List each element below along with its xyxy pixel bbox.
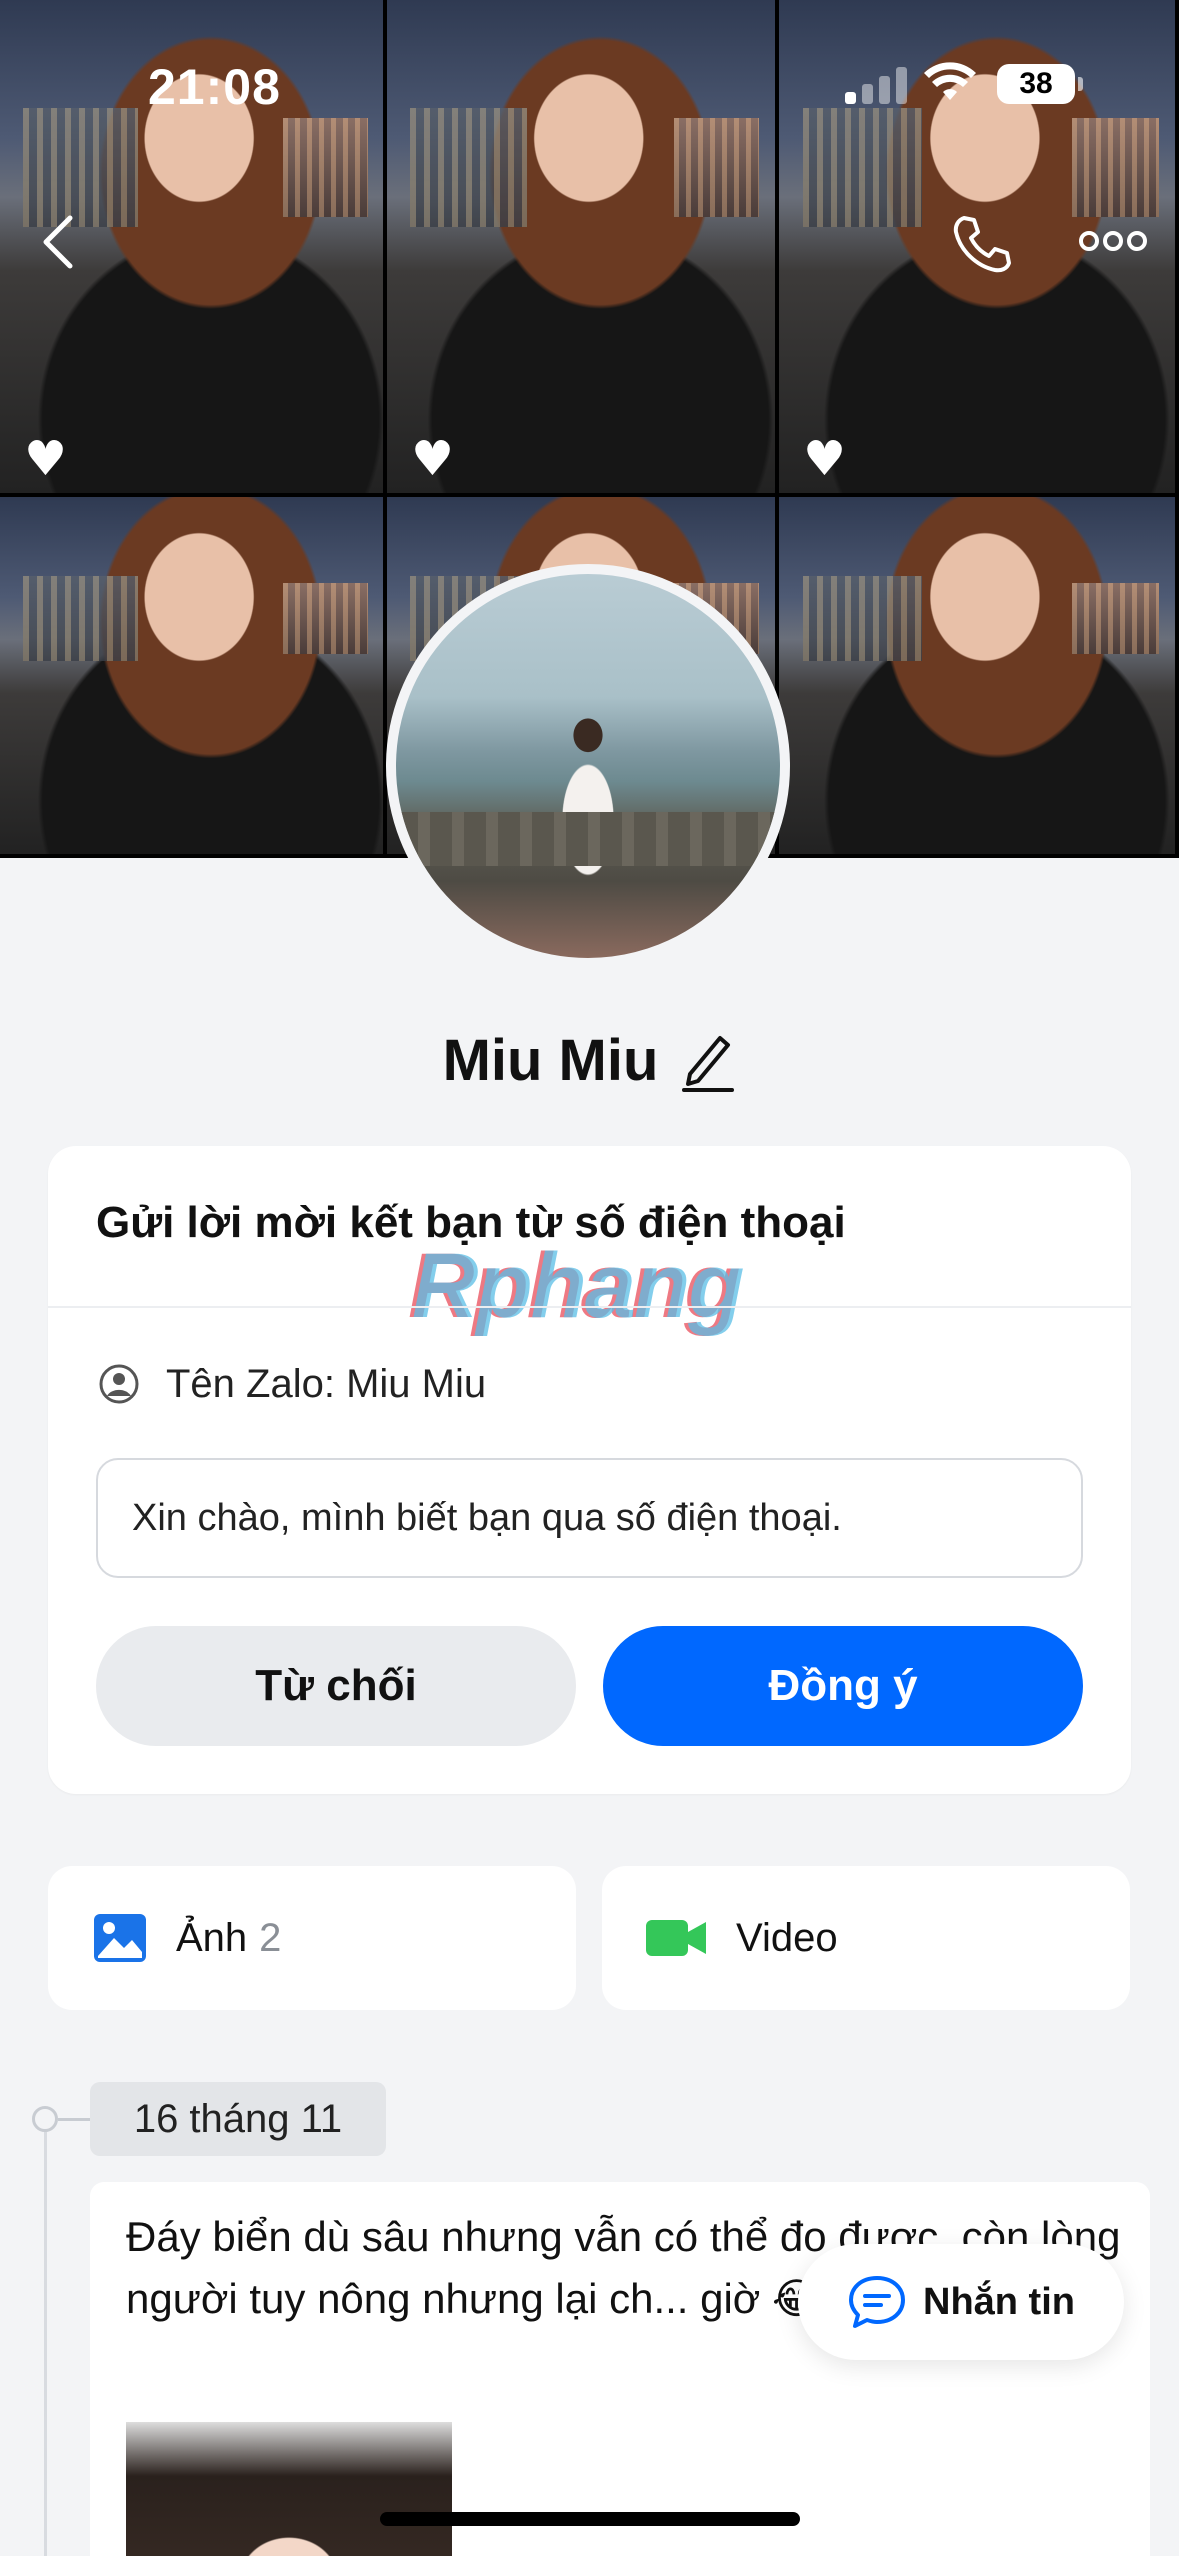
- status-time: 21:08: [148, 59, 281, 115]
- battery-icon: 38: [997, 64, 1083, 104]
- profile-name-row: Miu Miu: [0, 1020, 1179, 1100]
- back-icon[interactable]: [34, 212, 84, 272]
- photo-icon: [94, 1914, 146, 1962]
- profile-name: Miu Miu: [442, 1027, 659, 1093]
- timeline-line: [44, 2130, 47, 2556]
- heart-icon: ♥: [411, 431, 455, 487]
- photos-tile[interactable]: Ảnh 2: [48, 1866, 576, 2010]
- edit-pencil-icon[interactable]: [680, 1028, 736, 1092]
- cover-tile: [779, 497, 1179, 858]
- user-circle-icon: [99, 1364, 139, 1404]
- status-bar: 21:08 38: [0, 0, 1179, 150]
- timeline-dot: [32, 2106, 58, 2132]
- message-button[interactable]: Nhắn tin: [798, 2244, 1124, 2360]
- watermark-logo: Rphang: [412, 1235, 744, 1337]
- timeline-date: 16 tháng 11: [90, 2082, 386, 2156]
- post-image[interactable]: [126, 2422, 452, 2556]
- timeline-post[interactable]: Đáy biển dù sâu nhưng vẫn có thể đo được…: [90, 2182, 1150, 2556]
- more-options-icon[interactable]: [1078, 226, 1148, 256]
- decline-button[interactable]: Từ chối: [96, 1626, 576, 1746]
- wifi-icon: [924, 62, 976, 100]
- profile-avatar[interactable]: [386, 564, 790, 968]
- video-label: Video: [736, 1915, 838, 1960]
- zalo-name-row: Tên Zalo: Miu Miu: [98, 1356, 486, 1412]
- timeline-tick: [58, 2118, 90, 2121]
- message-button-label: Nhắn tin: [923, 2280, 1075, 2323]
- battery-level: 38: [1019, 67, 1053, 100]
- heart-icon: ♥: [803, 431, 847, 487]
- divider: [48, 1306, 1131, 1308]
- friend-request-card: Gửi lời mời kết bạn từ số điện thoại Rph…: [48, 1146, 1131, 1794]
- cover-tile: [0, 497, 387, 858]
- photos-label: Ảnh 2: [176, 1915, 282, 1960]
- request-message-field[interactable]: Xin chào, mình biết bạn qua số điện thoạ…: [96, 1458, 1083, 1578]
- phone-icon[interactable]: [950, 212, 1014, 276]
- photos-count: 2: [259, 1915, 282, 1960]
- zalo-name-text: Tên Zalo: Miu Miu: [166, 1361, 487, 1406]
- signal-icon: [845, 64, 907, 104]
- heart-icon: ♥: [24, 431, 68, 487]
- video-camera-icon: [646, 1920, 706, 1956]
- accept-button[interactable]: Đồng ý: [603, 1626, 1083, 1746]
- video-tile[interactable]: Video: [602, 1866, 1130, 2010]
- chat-bubble-icon: [849, 2276, 905, 2328]
- home-indicator[interactable]: [380, 2512, 800, 2526]
